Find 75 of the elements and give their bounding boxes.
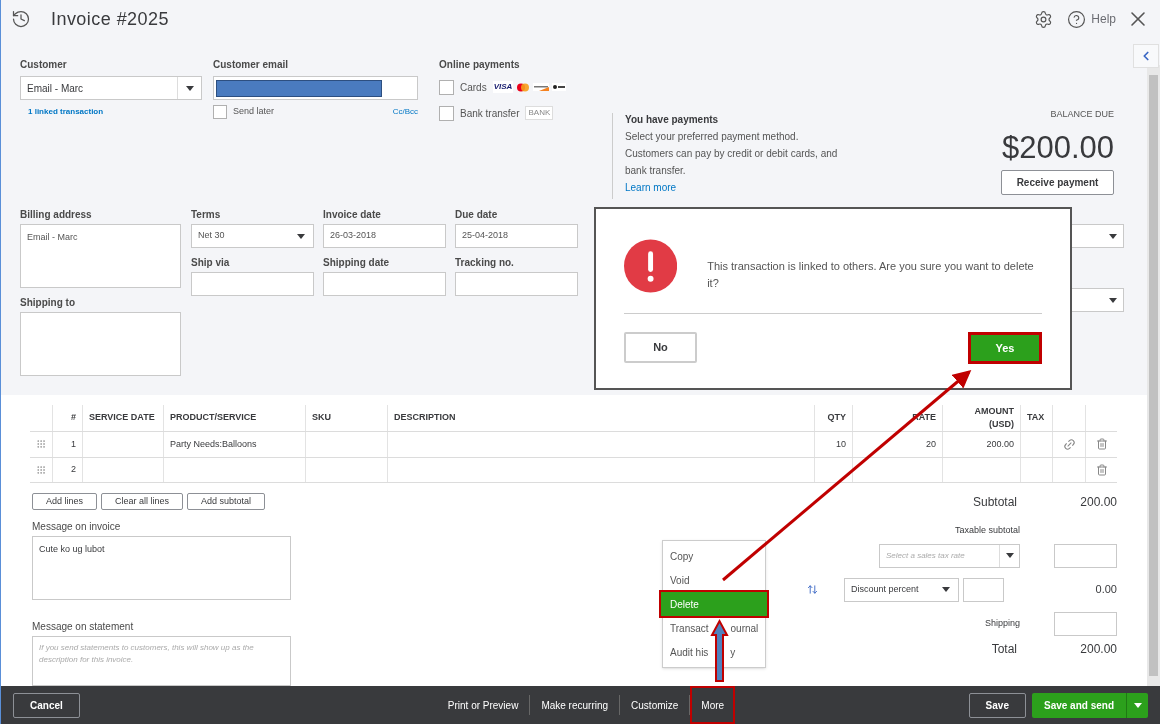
table-cell: 10: [836, 437, 846, 451]
menu-item[interactable]: Audit his y: [663, 640, 765, 664]
discount-amount: 0.00: [1095, 582, 1117, 598]
column-header: QTY: [814, 405, 852, 431]
field-label: Ship via: [191, 256, 231, 270]
footer-action[interactable]: More: [690, 686, 736, 724]
window-title: Invoice #2025: [51, 7, 169, 31]
menu-item-text: ournal: [730, 621, 759, 636]
field-label: Shipping date: [323, 256, 391, 270]
column-header: TAX: [1020, 405, 1052, 431]
table-action-button[interactable]: Clear all lines: [101, 493, 184, 510]
column-header: #: [52, 405, 82, 431]
help-button[interactable]: Help: [1067, 9, 1116, 29]
balance-amount: $200.00: [1001, 129, 1114, 166]
input-field[interactable]: 26-03-2018: [323, 224, 446, 248]
table-cell: 1: [71, 437, 76, 451]
subtotal-value: 200.00: [1079, 493, 1117, 511]
column-header: SERVICE DATE: [82, 405, 163, 431]
total-label: Total: [991, 640, 1017, 658]
field-label: Tracking no.: [455, 256, 515, 270]
table-action-button[interactable]: Add lines: [32, 493, 98, 510]
no-button[interactable]: No: [624, 332, 697, 363]
terms-select[interactable]: Net 30: [191, 224, 314, 248]
menu-item-text: Audit his: [670, 645, 709, 660]
payment-option-label: Cards: [460, 80, 487, 95]
table-cell-text: 2: [71, 463, 76, 476]
billing-address-field[interactable]: Email - Marc: [20, 224, 181, 288]
column-header: DESCRIPTION: [387, 405, 814, 431]
linked-transaction-link[interactable]: 1 linked transaction: [28, 106, 202, 118]
field-label: Billing address: [20, 208, 93, 222]
table-cell: 200.00: [986, 437, 1014, 451]
customer-select[interactable]: Email - Marc: [20, 76, 202, 100]
table-cell: 20: [926, 437, 936, 451]
menu-item-text: y: [730, 645, 736, 660]
balance-due-label: BALANCE DUE: [1050, 108, 1114, 121]
column-header: PRODUCT/SERVICE: [163, 405, 305, 431]
field-label: Online payments: [439, 58, 521, 72]
payments-info-title: You have payments: [625, 113, 720, 127]
field-label: Customer email: [213, 58, 290, 72]
field-label: Message on statement: [32, 620, 135, 634]
cancel-button[interactable]: Cancel: [13, 692, 80, 718]
bank-badge: BANK: [525, 106, 554, 120]
field-label: Message on invoice: [32, 520, 122, 534]
dialog-message: This transaction is linked to others. Are you sure you want to delete it?: [707, 259, 1035, 291]
send-later-label: Send later: [233, 105, 275, 119]
field-label: Due date: [455, 208, 499, 222]
card-badge: VISA: [492, 81, 514, 93]
total-value: 200.00: [1079, 640, 1117, 658]
menu-item-text: Transact: [670, 621, 709, 636]
payment-option-label: Bank transfer: [460, 106, 520, 121]
field-label: Shipping to: [20, 296, 76, 310]
menu-item[interactable]: Copy: [663, 544, 765, 568]
field-label: Terms: [191, 208, 222, 222]
field-label: Customer: [20, 58, 68, 72]
field-label: Invoice date: [323, 208, 382, 222]
invoice-message-field[interactable]: Cute ko ug lubot: [32, 536, 291, 600]
receive-payment-button[interactable]: Receive payment: [1001, 169, 1114, 195]
input-field[interactable]: 25-04-2018: [455, 224, 578, 248]
shipping-label: Shipping: [984, 616, 1020, 630]
discount-select[interactable]: Discount percent: [844, 577, 959, 602]
footer-action[interactable]: Customize: [620, 686, 690, 724]
footer-action[interactable]: Make recurring: [530, 686, 620, 724]
table-cell: Party Needs:Balloons: [170, 437, 257, 451]
table-action-button[interactable]: Add subtotal: [187, 493, 266, 510]
taxable-subtotal-label: Taxable subtotal: [954, 524, 1020, 537]
save-button[interactable]: Save: [968, 692, 1026, 718]
menu-item[interactable]: Transact ournal: [663, 616, 765, 640]
payments-info-text: Select your preferred payment method. Customers can pay by credit or debit cards, and bank transfer.: [625, 130, 839, 178]
footer-action[interactable]: Print or Preview: [436, 686, 530, 724]
column-header: SKU: [305, 405, 387, 431]
subtotal-label: Subtotal: [972, 493, 1017, 511]
column-header: AMOUNT (USD): [942, 405, 1020, 431]
cc-bcc-link[interactable]: Cc/Bcc: [392, 106, 418, 118]
learn-more-link[interactable]: Learn more: [625, 179, 842, 196]
menu-item[interactable]: Void: [663, 568, 765, 592]
